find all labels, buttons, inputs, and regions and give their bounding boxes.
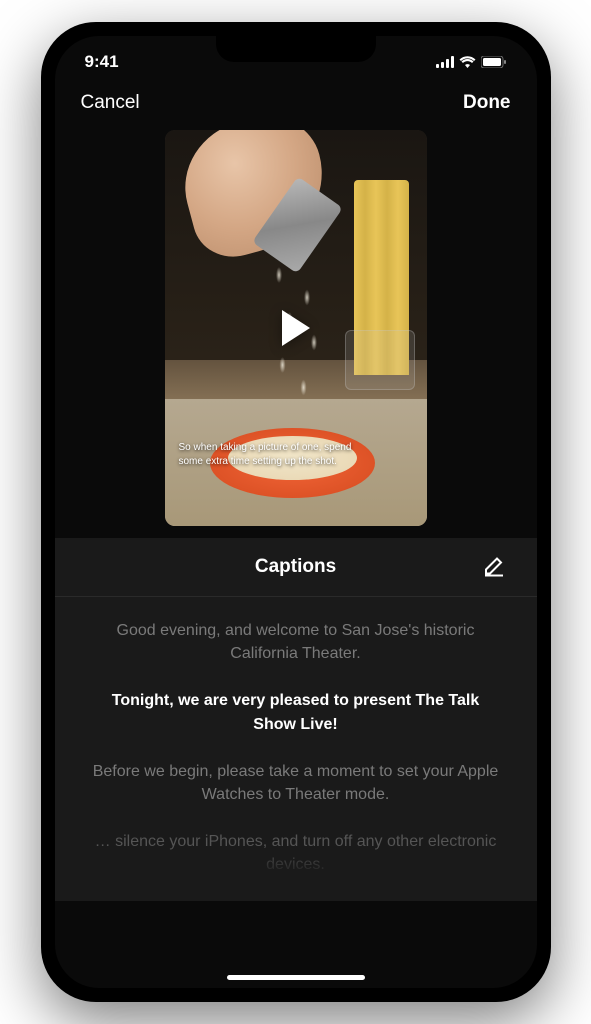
wifi-icon: [459, 56, 476, 68]
notch: [216, 36, 376, 62]
caption-item[interactable]: Good evening, and welcome to San Jose's …: [89, 619, 503, 665]
battery-icon: [481, 56, 507, 68]
edit-button[interactable]: [479, 551, 509, 584]
status-indicators: [436, 56, 507, 68]
status-time: 9:41: [85, 52, 119, 72]
edit-icon: [483, 555, 505, 577]
captions-section: Captions Good evening, and welcome to Sa…: [55, 538, 537, 901]
video-jar: [345, 330, 415, 390]
captions-title: Captions: [255, 556, 336, 578]
video-caption-overlay: So when taking a picture of one, spend s…: [179, 441, 357, 468]
play-icon[interactable]: [282, 310, 310, 346]
cellular-icon: [436, 56, 454, 68]
video-preview[interactable]: So when taking a picture of one, spend s…: [165, 130, 427, 526]
video-container: So when taking a picture of one, spend s…: [55, 124, 537, 538]
caption-list[interactable]: Good evening, and welcome to San Jose's …: [55, 597, 537, 901]
phone-frame: 9:41: [41, 22, 551, 1002]
done-button[interactable]: Done: [463, 92, 511, 114]
cancel-button[interactable]: Cancel: [81, 92, 140, 114]
caption-item[interactable]: Before we begin, please take a moment to…: [89, 760, 503, 806]
nav-bar: Cancel Done: [55, 78, 537, 124]
captions-header: Captions: [55, 538, 537, 597]
home-indicator[interactable]: [227, 975, 365, 980]
caption-item[interactable]: … silence your iPhones, and turn off any…: [89, 830, 503, 876]
caption-item-active[interactable]: Tonight, we are very pleased to present …: [89, 689, 503, 735]
phone-screen: 9:41: [55, 36, 537, 988]
